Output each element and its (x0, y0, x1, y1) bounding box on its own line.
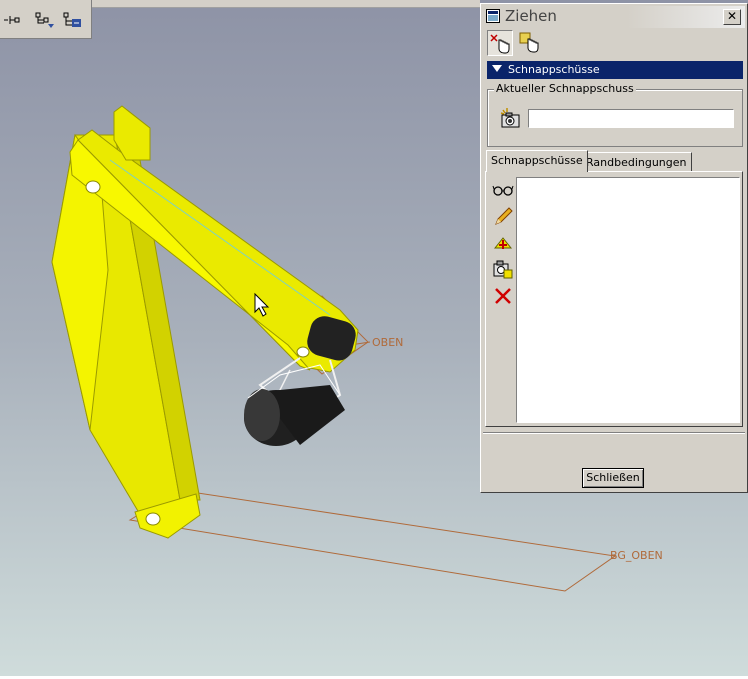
tree-filter-icon[interactable] (34, 10, 56, 30)
current-snapshot-label: Aktueller Schnappschuss (494, 82, 636, 95)
tree-expand-icon[interactable] (0, 10, 22, 30)
view-snapshot-icon[interactable] (492, 179, 514, 201)
dialog-titlebar[interactable]: Ziehen ✕ (483, 6, 745, 28)
edit-snapshot-icon[interactable] (492, 205, 514, 227)
drag-body-icon[interactable] (517, 30, 543, 56)
collapse-arrow-icon (492, 65, 502, 72)
snapshot-list[interactable] (516, 177, 740, 423)
close-icon[interactable]: ✕ (723, 9, 741, 25)
dialog-divider (483, 432, 745, 434)
camera-snapshot-icon[interactable] (492, 258, 514, 280)
window-icon (486, 9, 500, 23)
camera-icon[interactable] (498, 106, 522, 130)
dialog-title: Ziehen (505, 7, 557, 25)
add-snapshot-icon[interactable] (492, 232, 514, 254)
tab-constraints[interactable]: Randbedingungen (581, 152, 692, 171)
drag-dialog: Ziehen ✕ Schnappschüsse Aktueller Schnap… (480, 3, 748, 493)
drag-point-icon[interactable] (487, 30, 513, 56)
datum-label-oben: OBEN (372, 336, 404, 349)
close-button[interactable]: Schließen (582, 468, 644, 488)
top-border (92, 0, 480, 8)
snapshot-name-input[interactable] (528, 109, 734, 128)
tree-settings-icon[interactable] (62, 10, 84, 30)
datum-label-bg-oben: BG_OBEN (610, 549, 663, 562)
snapshots-section-header[interactable]: Schnappschüsse (487, 61, 743, 79)
current-snapshot-group: Aktueller Schnappschuss (487, 82, 743, 147)
delete-snapshot-icon[interactable] (492, 285, 514, 307)
section-title: Schnappschüsse (508, 63, 600, 76)
model-tree-toolbar (0, 0, 92, 39)
snapshots-panel (485, 171, 743, 427)
tab-snapshots[interactable]: Schnappschüsse (486, 150, 588, 172)
